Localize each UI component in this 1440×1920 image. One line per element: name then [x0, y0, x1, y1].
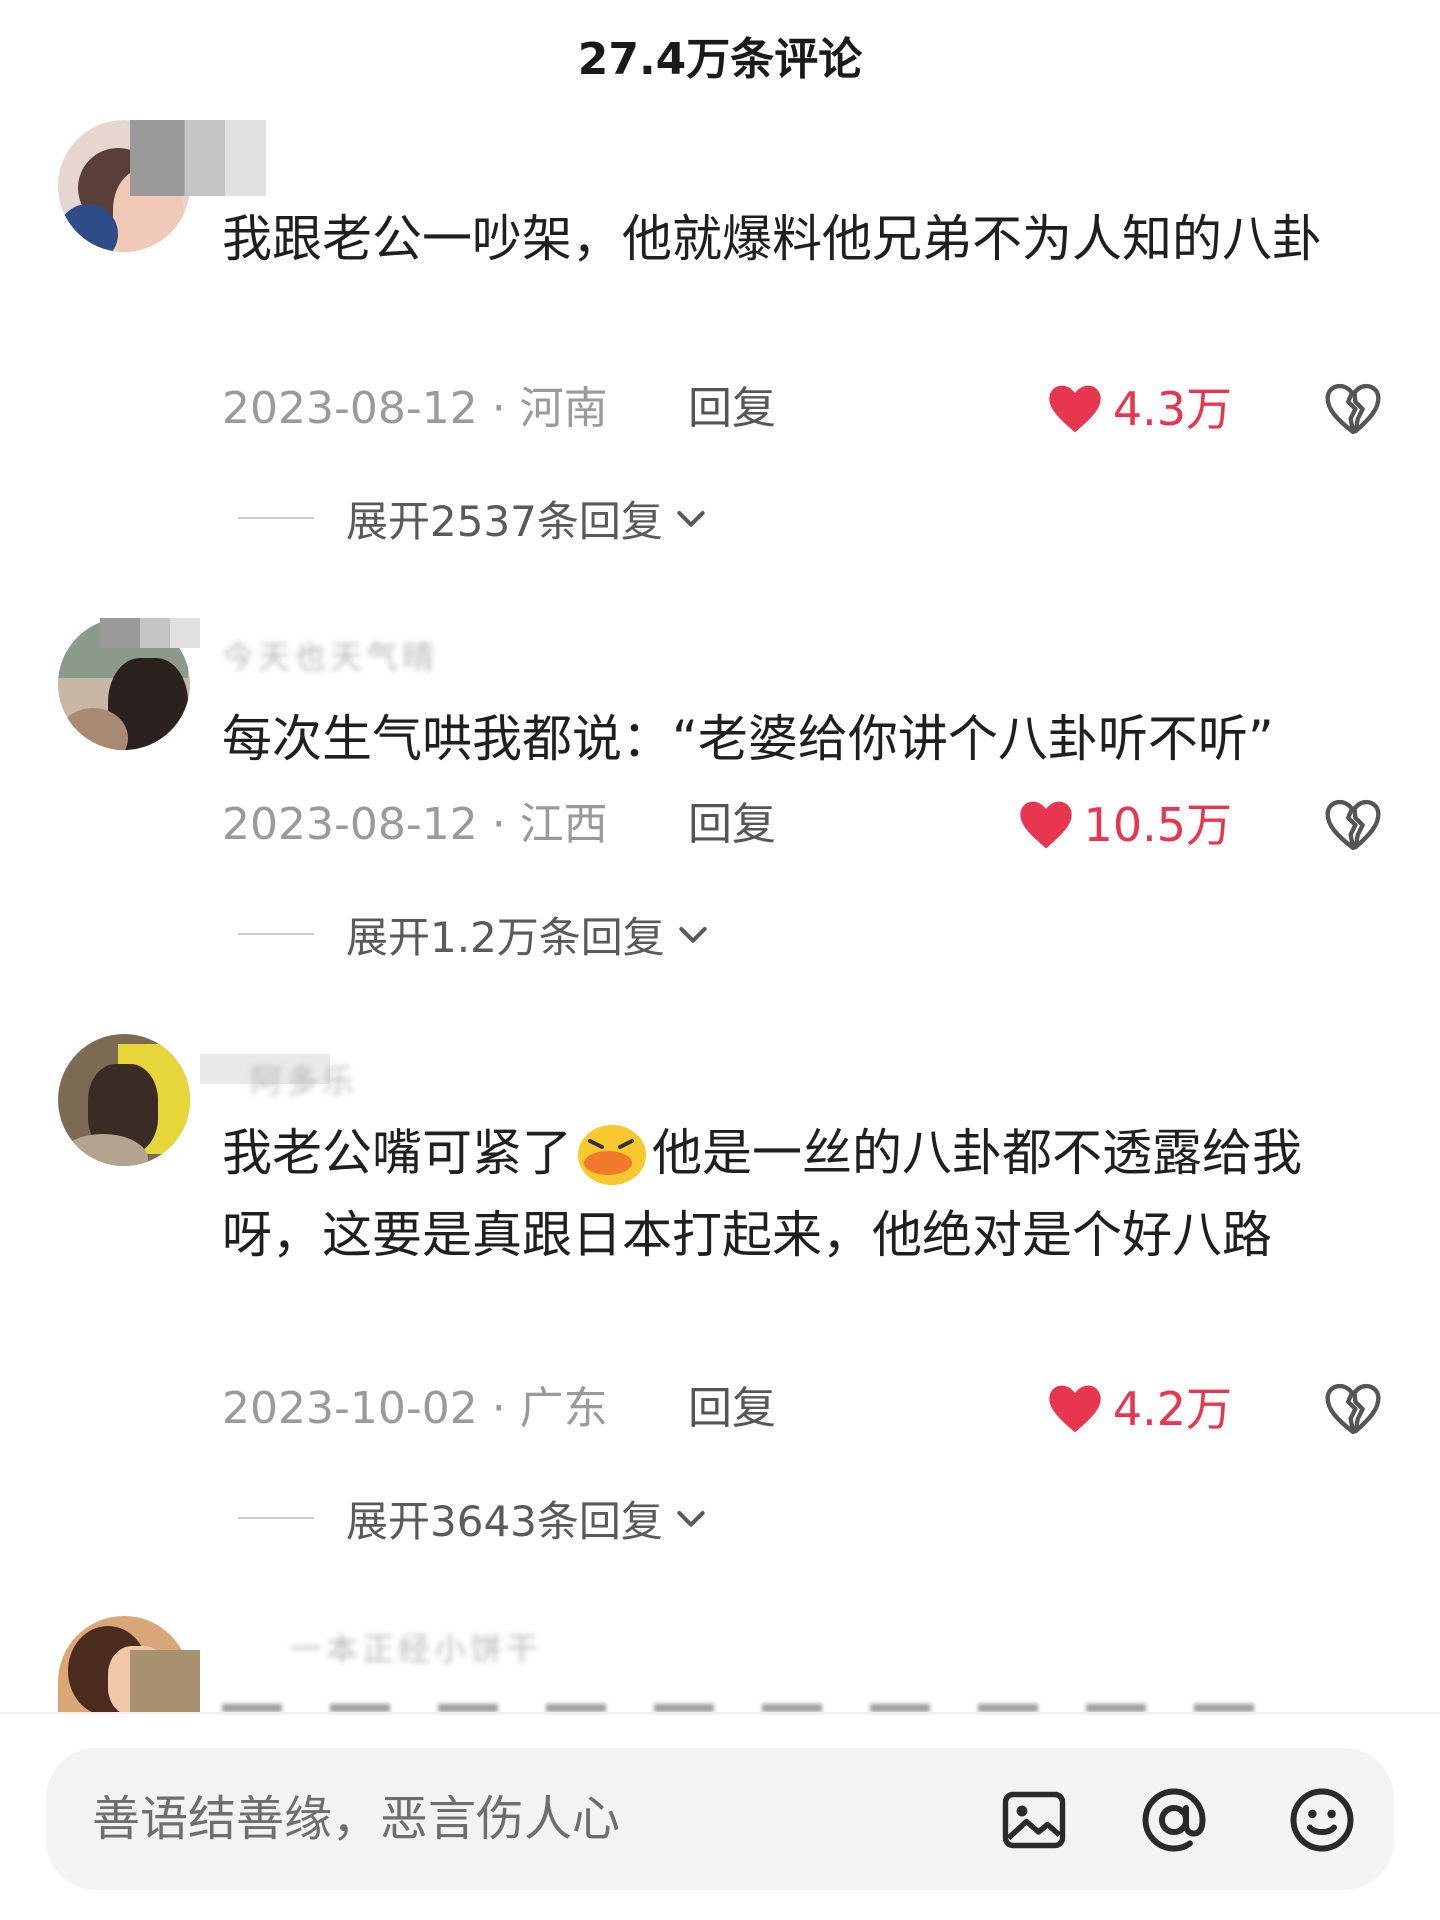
username-censored: [100, 618, 200, 648]
expand-replies-button[interactable]: 展开1.2万条回复: [238, 904, 713, 964]
chevron-down-icon: [677, 1511, 705, 1527]
comment-text-part: 我老公嘴可紧了: [222, 1124, 572, 1182]
comment-date-location: 2023-10-02 · 广东: [222, 1383, 608, 1434]
expand-replies-label: 展开1.2万条回复: [346, 912, 665, 962]
broken-heart-icon: [1325, 799, 1381, 851]
image-button[interactable]: [998, 1784, 1070, 1856]
dislike-button[interactable]: [1324, 382, 1382, 457]
reply-button[interactable]: 回复: [688, 790, 776, 860]
comment-date-location: 2023-08-12 · 江西: [222, 799, 608, 850]
username-censored: [130, 120, 266, 196]
like-count: 4.2万: [1112, 1382, 1232, 1436]
avatar[interactable]: [58, 1034, 190, 1166]
comment-text-cutoff: [222, 1690, 1382, 1712]
emoji-button[interactable]: [1286, 1784, 1358, 1856]
comment-date-location: 2023-08-12 · 河南: [222, 383, 608, 434]
username: 一本正经小饼干: [290, 1630, 543, 1668]
like-button[interactable]: 10.5万: [1018, 790, 1232, 860]
smiley-icon: [1290, 1788, 1354, 1852]
chevron-down-icon: [677, 511, 705, 527]
like-button[interactable]: 4.3万: [1047, 374, 1232, 444]
duck-emoji-icon: [572, 1115, 652, 1187]
comment-text: 我跟老公一吵架，他就爆料他兄弟不为人知的八卦: [222, 210, 1322, 268]
image-icon: [1002, 1791, 1066, 1849]
username: 阿多乐: [250, 1062, 359, 1100]
comment-input-placeholder[interactable]: 善语结善缘，恶言伤人心: [92, 1748, 620, 1890]
username-censored: [130, 1650, 200, 1712]
comment-meta: 2023-10-02 · 广东 回复 4.2万: [222, 1374, 1382, 1444]
heart-icon: [1019, 801, 1072, 849]
input-divider: [0, 1712, 1440, 1714]
like-count: 4.3万: [1112, 382, 1232, 436]
like-button[interactable]: 4.2万: [1047, 1374, 1232, 1444]
expand-replies-button[interactable]: 展开3643条回复: [238, 1488, 711, 1548]
reply-button[interactable]: 回复: [688, 1374, 776, 1444]
divider: [238, 1517, 314, 1519]
divider: [238, 517, 314, 519]
divider: [238, 933, 314, 935]
comment-meta: 2023-08-12 · 河南 回复 4.3万: [222, 374, 1382, 444]
broken-heart-icon: [1325, 1383, 1381, 1435]
at-icon: [1142, 1788, 1206, 1852]
comment-input-bar[interactable]: 善语结善缘，恶言伤人心: [46, 1748, 1394, 1890]
comments-count-title: 27.4万条评论: [577, 34, 863, 85]
username: 今天也天气晴: [222, 638, 439, 676]
mention-button[interactable]: [1138, 1784, 1210, 1856]
reply-button[interactable]: 回复: [688, 374, 776, 444]
like-count: 10.5万: [1083, 798, 1232, 852]
expand-replies-label: 展开3643条回复: [346, 1496, 663, 1546]
expand-replies-label: 展开2537条回复: [346, 496, 663, 546]
chevron-down-icon: [679, 927, 707, 943]
comment-text: 我老公嘴可紧了 他是一丝的八卦都不透露给我呀，这要是真跟日本打起来，他绝对是个好八…: [222, 1112, 1382, 1276]
comment-meta: 2023-08-12 · 江西 回复 10.5万: [222, 790, 1382, 860]
comment-text: 每次生气哄我都说：“老婆给你讲个八卦听不听”: [222, 710, 1274, 768]
heart-icon: [1049, 1385, 1101, 1433]
dislike-button[interactable]: [1324, 798, 1382, 873]
broken-heart-icon: [1325, 383, 1381, 435]
heart-icon: [1049, 385, 1101, 433]
dislike-button[interactable]: [1324, 1382, 1382, 1457]
expand-replies-button[interactable]: 展开2537条回复: [238, 488, 711, 548]
